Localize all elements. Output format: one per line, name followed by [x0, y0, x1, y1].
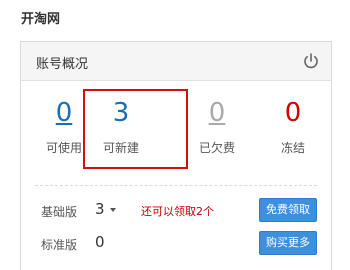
- page-title: 开淘网: [21, 12, 61, 27]
- free-claim-button[interactable]: 免费领取: [259, 198, 317, 222]
- stat-creatable[interactable]: 3 可新建: [81, 81, 161, 178]
- chevron-down-icon[interactable]: [110, 208, 116, 212]
- row-standard-edition: 标准版 0 购买更多: [21, 231, 331, 257]
- divider: [35, 185, 317, 186]
- stat-frozen-label: 冻结: [280, 141, 305, 155]
- stat-frozen[interactable]: 0 冻结: [253, 81, 333, 178]
- buy-more-button[interactable]: 购买更多: [259, 231, 317, 255]
- card-header: 账号概况: [21, 42, 331, 81]
- claim-hint-text: 还可以领取2个: [141, 205, 214, 218]
- basic-edition-count: 3: [95, 200, 105, 218]
- row-basic-edition: 基础版 3 还可以领取2个 免费领取: [21, 198, 331, 224]
- stat-creatable-label: 可新建: [102, 141, 139, 155]
- basic-edition-label: 基础版: [41, 205, 78, 219]
- stat-frozen-value[interactable]: 0: [253, 98, 333, 128]
- card-title: 账号概况: [36, 57, 89, 72]
- power-icon[interactable]: [301, 51, 321, 71]
- standard-edition-count: 0: [95, 233, 105, 251]
- stats-row: 0 可使用 3 可新建 0 已欠费 0 冻结: [21, 81, 331, 178]
- account-overview-card: 账号概况 0 可使用 3 可新建 0 已欠费 0 冻结 基础版 3 还可以领取2…: [20, 41, 332, 270]
- standard-edition-label: 标准版: [41, 238, 78, 252]
- stat-owed-label: 已欠费: [198, 141, 235, 155]
- stat-owed-value[interactable]: 0: [177, 98, 257, 128]
- stat-owed[interactable]: 0 已欠费: [177, 81, 257, 178]
- stat-creatable-value[interactable]: 3: [81, 98, 161, 128]
